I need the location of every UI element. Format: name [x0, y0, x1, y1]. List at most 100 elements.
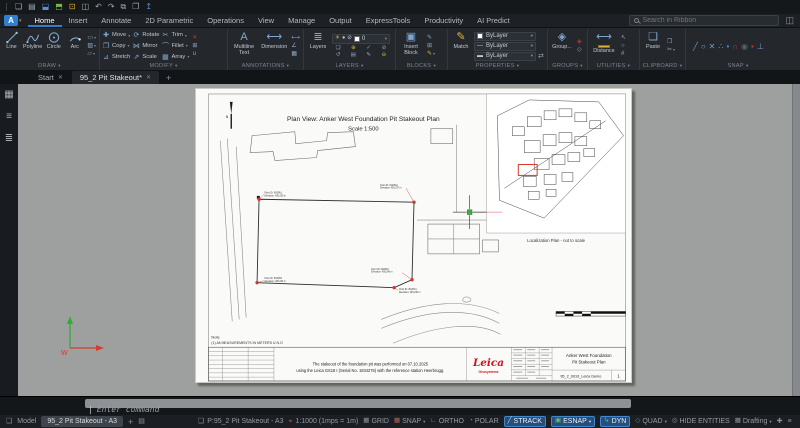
- doc-tab-start-close-icon[interactable]: ✕: [58, 74, 63, 81]
- fillet-button[interactable]: ⌒Fillet▾: [161, 41, 189, 51]
- paste-button[interactable]: ❏ Paste: [642, 30, 664, 62]
- scale-button[interactable]: ⇗Scale: [132, 53, 159, 61]
- doc-tab-pit-stakeout-close-icon[interactable]: ✕: [146, 74, 151, 81]
- copy-button[interactable]: ❐Copy▾: [102, 42, 130, 50]
- toggle-quad[interactable]: ◇QUAD▾: [635, 418, 667, 425]
- ribbon-search-input[interactable]: [642, 17, 774, 24]
- command-prompt[interactable]: | Enter command: [88, 405, 159, 414]
- settings-sliders-icon[interactable]: ≡: [6, 112, 12, 122]
- lineweight-select[interactable]: ▬ ByLayer ▾: [474, 52, 536, 61]
- layers-panel-label[interactable]: LAYERS▾: [306, 62, 393, 70]
- save-all-icon[interactable]: ⬒: [55, 3, 63, 11]
- toggle-snap[interactable]: ▦SNAP▾: [394, 418, 425, 425]
- blocks-panel-label[interactable]: BLOCKS▾: [398, 62, 445, 70]
- draw-panel-label[interactable]: DRAW▾: [2, 62, 97, 70]
- ribbon-tab-manage[interactable]: Manage: [281, 14, 322, 27]
- snap-node-icon[interactable]: •: [726, 42, 729, 51]
- insert-block-button[interactable]: ▣ Insert Block: [398, 30, 424, 62]
- status-menu-icon[interactable]: ≡: [788, 418, 792, 425]
- undo-icon[interactable]: ↶: [95, 3, 102, 11]
- snap-center-icon[interactable]: ○: [701, 42, 706, 51]
- toggle-polar[interactable]: ◔POLAR: [469, 418, 499, 425]
- line-button[interactable]: Line: [2, 30, 21, 62]
- toggle-esnap[interactable]: ▣ESNAP▾: [551, 416, 595, 427]
- mirror-button[interactable]: ⋈Mirror: [132, 42, 159, 50]
- layer-selector[interactable]: ☀ ● ⊘ 0 ▾: [332, 34, 390, 44]
- snap-extension-icon[interactable]: ∴: [718, 42, 723, 51]
- snap-panel-label[interactable]: SNAP▾: [688, 62, 788, 70]
- trim-button[interactable]: ✂Trim▾: [161, 31, 189, 39]
- region-tool-icon[interactable]: ▱: [87, 51, 92, 57]
- ribbon-tab-output[interactable]: Output: [322, 14, 359, 27]
- ribbon-search[interactable]: [629, 15, 779, 26]
- distance-button[interactable]: ⟷ Distance: [590, 30, 618, 62]
- snap-intersection-icon[interactable]: ✕: [709, 42, 716, 51]
- layer-states-icon[interactable]: ▤: [347, 52, 359, 58]
- redo-icon[interactable]: ↷: [108, 3, 115, 11]
- color-select[interactable]: ByLayer ▾: [474, 32, 536, 41]
- ungroup-icon[interactable]: ◇: [577, 47, 582, 53]
- paper-space-indicator[interactable]: ❏ P:95_2 Pit Stakeout - A3: [198, 418, 284, 425]
- ribbon-tab-expresstools[interactable]: ExpressTools: [359, 14, 418, 27]
- open-file-icon[interactable]: ▤: [28, 3, 36, 11]
- xref-icon[interactable]: ⧉: [121, 3, 127, 11]
- annotations-panel-label[interactable]: ANNOTATIONS▾: [230, 62, 301, 70]
- toggle-grid[interactable]: ▦GRID: [363, 418, 389, 425]
- layout-tab-active[interactable]: 95_2 Pit Stakeout - A3: [41, 416, 123, 427]
- clipboard-panel-label[interactable]: CLIPBOARD▾: [642, 62, 683, 70]
- snap-settings-icon[interactable]: ◉: [741, 42, 748, 51]
- linetype-select[interactable]: — ByLayer ▾: [474, 42, 536, 51]
- toggle-ortho[interactable]: ∟ORTHO: [430, 418, 464, 425]
- snap-perpendicular-icon[interactable]: ⊥: [757, 42, 764, 51]
- layer-delete-icon[interactable]: ⊖: [378, 52, 390, 58]
- layer-isolate-icon[interactable]: ⊕: [347, 45, 359, 51]
- rectangle-tool-icon[interactable]: ▭: [87, 35, 93, 41]
- block-redefine-icon[interactable]: ✎: [427, 51, 432, 57]
- stretch-button[interactable]: ⊿Stretch: [102, 53, 130, 61]
- area-icon[interactable]: ○: [621, 43, 625, 49]
- quick-calc-icon[interactable]: #: [621, 51, 624, 57]
- properties-panel-label[interactable]: PROPERTIES▾: [450, 62, 545, 70]
- modify-panel-label[interactable]: MODIFY▾: [102, 62, 225, 70]
- ribbon-tab-annotate[interactable]: Annotate: [94, 14, 138, 27]
- dim-table-icon[interactable]: ▦: [291, 51, 297, 57]
- rectangle-caret-icon[interactable]: ▾: [94, 36, 96, 40]
- ribbon-tab-home[interactable]: Home: [28, 14, 62, 27]
- clipboard-copy-icon[interactable]: ❐: [667, 39, 672, 45]
- hatch-caret-icon[interactable]: ▾: [94, 44, 96, 48]
- match-properties-button[interactable]: ✎ Match: [450, 30, 472, 62]
- viewport-scale-control[interactable]: ⌖ 1:1000 (1mps = 1m): [288, 418, 358, 425]
- rotate-button[interactable]: ⟳Rotate: [132, 31, 159, 39]
- group-button[interactable]: ◈ Group...: [550, 30, 574, 62]
- add-to-group-icon[interactable]: ◈: [577, 39, 582, 45]
- ribbon-tab-productivity[interactable]: Productivity: [417, 14, 470, 27]
- ribbon-tab-view[interactable]: View: [251, 14, 281, 27]
- preview-icon[interactable]: ◫: [82, 3, 90, 11]
- region-caret-icon[interactable]: ▾: [93, 52, 95, 56]
- app-menu-button[interactable]: A: [4, 15, 18, 26]
- dim-linear-icon[interactable]: ⟷: [291, 35, 300, 41]
- snap-point-icon[interactable]: ▪: [751, 42, 754, 51]
- vertical-scrollbar[interactable]: [792, 84, 800, 396]
- utilities-panel-label[interactable]: UTILITIES▾: [590, 62, 637, 70]
- layer-previous-icon[interactable]: ↺: [332, 52, 344, 58]
- plot-icon[interactable]: ⊡: [69, 3, 76, 11]
- dim-angle-icon[interactable]: ∠: [291, 43, 296, 49]
- ribbon-display-icon[interactable]: ◫: [785, 15, 794, 26]
- new-file-icon[interactable]: ❏: [15, 3, 22, 11]
- snap-magnet-icon[interactable]: ∩: [732, 42, 738, 51]
- doc-tab-pit-stakeout[interactable]: 95_2 Pit Stakeout* ✕: [72, 71, 159, 84]
- toggle-strack[interactable]: ╱STRACK: [504, 416, 546, 427]
- arc-button[interactable]: Arc: [65, 30, 84, 62]
- app-menu-caret-icon[interactable]: ▾: [19, 18, 22, 24]
- ribbon-tab-insert[interactable]: Insert: [62, 14, 95, 27]
- id-point-icon[interactable]: ↖: [621, 35, 626, 41]
- circle-button[interactable]: Circle: [44, 30, 63, 62]
- layer-new-icon[interactable]: ❏: [332, 45, 344, 51]
- layer-edit-icon[interactable]: ✎: [363, 52, 375, 58]
- hatch-tool-icon[interactable]: ▨: [87, 43, 93, 49]
- toggle-drafting[interactable]: ▦Drafting▾: [735, 418, 772, 425]
- panels-browser-icon[interactable]: ▦: [4, 90, 13, 100]
- toggle-dyn[interactable]: ↳DYN: [600, 416, 630, 427]
- ribbon-tab-ai-predict[interactable]: AI Predict: [470, 14, 517, 27]
